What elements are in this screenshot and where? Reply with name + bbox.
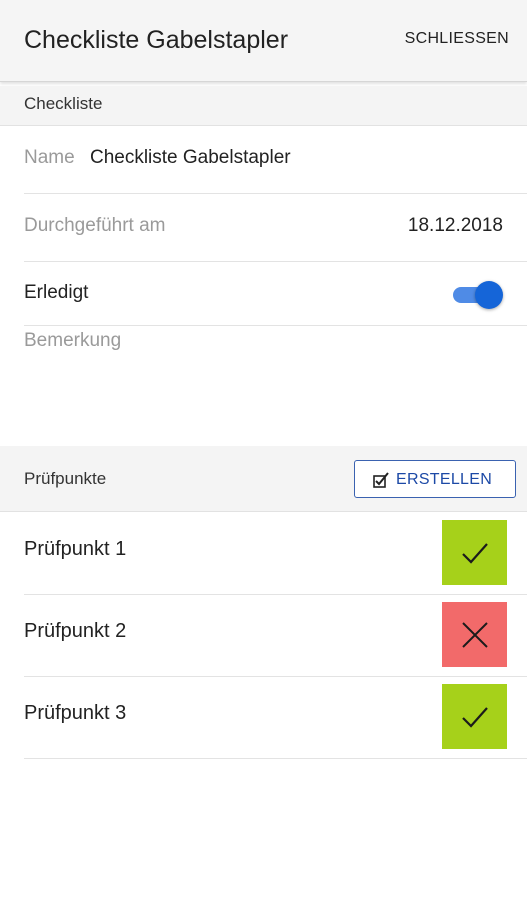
name-label: Name [24,147,75,168]
close-button[interactable]: SCHLIESSEN [405,30,509,48]
name-field[interactable]: Name Checkliste Gabelstapler [24,147,503,169]
status-ok-button[interactable] [442,520,507,585]
section-title-checkpoints: Prüfpunkte [24,469,107,488]
checkbox-icon [373,472,389,488]
divider [24,758,527,759]
divider [24,261,527,262]
page-title: Checkliste Gabelstapler [24,26,289,54]
checkpoint-item[interactable]: Prüfpunkt 3 [0,677,527,759]
status-failed-button[interactable] [442,602,507,667]
status-ok-button[interactable] [442,684,507,749]
create-button-label: ERSTELLEN [396,471,493,488]
date-label: Durchgeführt am [24,215,166,236]
done-toggle[interactable] [451,280,503,309]
checkpoint-label: Prüfpunkt 2 [24,620,127,642]
date-value: 18.12.2018 [407,215,503,236]
checkpoint-item[interactable]: Prüfpunkt 1 [0,513,527,595]
remark-input[interactable]: Bemerkung [24,330,503,352]
checkpoint-label: Prüfpunkt 3 [24,702,127,724]
check-icon [462,707,488,728]
checkpoint-label: Prüfpunkt 1 [24,538,127,560]
checklist-section-header: Checkliste [0,86,527,126]
create-checkpoint-button[interactable]: ERSTELLEN [354,460,516,498]
checkpoints-section-header: Prüfpunkte ERSTELLEN [0,446,527,512]
name-value: Checkliste Gabelstapler [89,147,291,168]
divider [24,325,527,326]
close-icon [462,622,488,648]
divider [24,193,527,194]
checkpoint-item[interactable]: Prüfpunkt 2 [0,595,527,677]
app-bar: Checkliste Gabelstapler SCHLIESSEN [0,0,527,82]
done-label: Erledigt [24,282,89,303]
date-field[interactable]: Durchgeführt am 18.12.2018 [24,215,503,237]
toggle-thumb [475,281,503,309]
section-title-checklist: Checkliste [24,94,103,113]
check-icon [462,543,488,564]
